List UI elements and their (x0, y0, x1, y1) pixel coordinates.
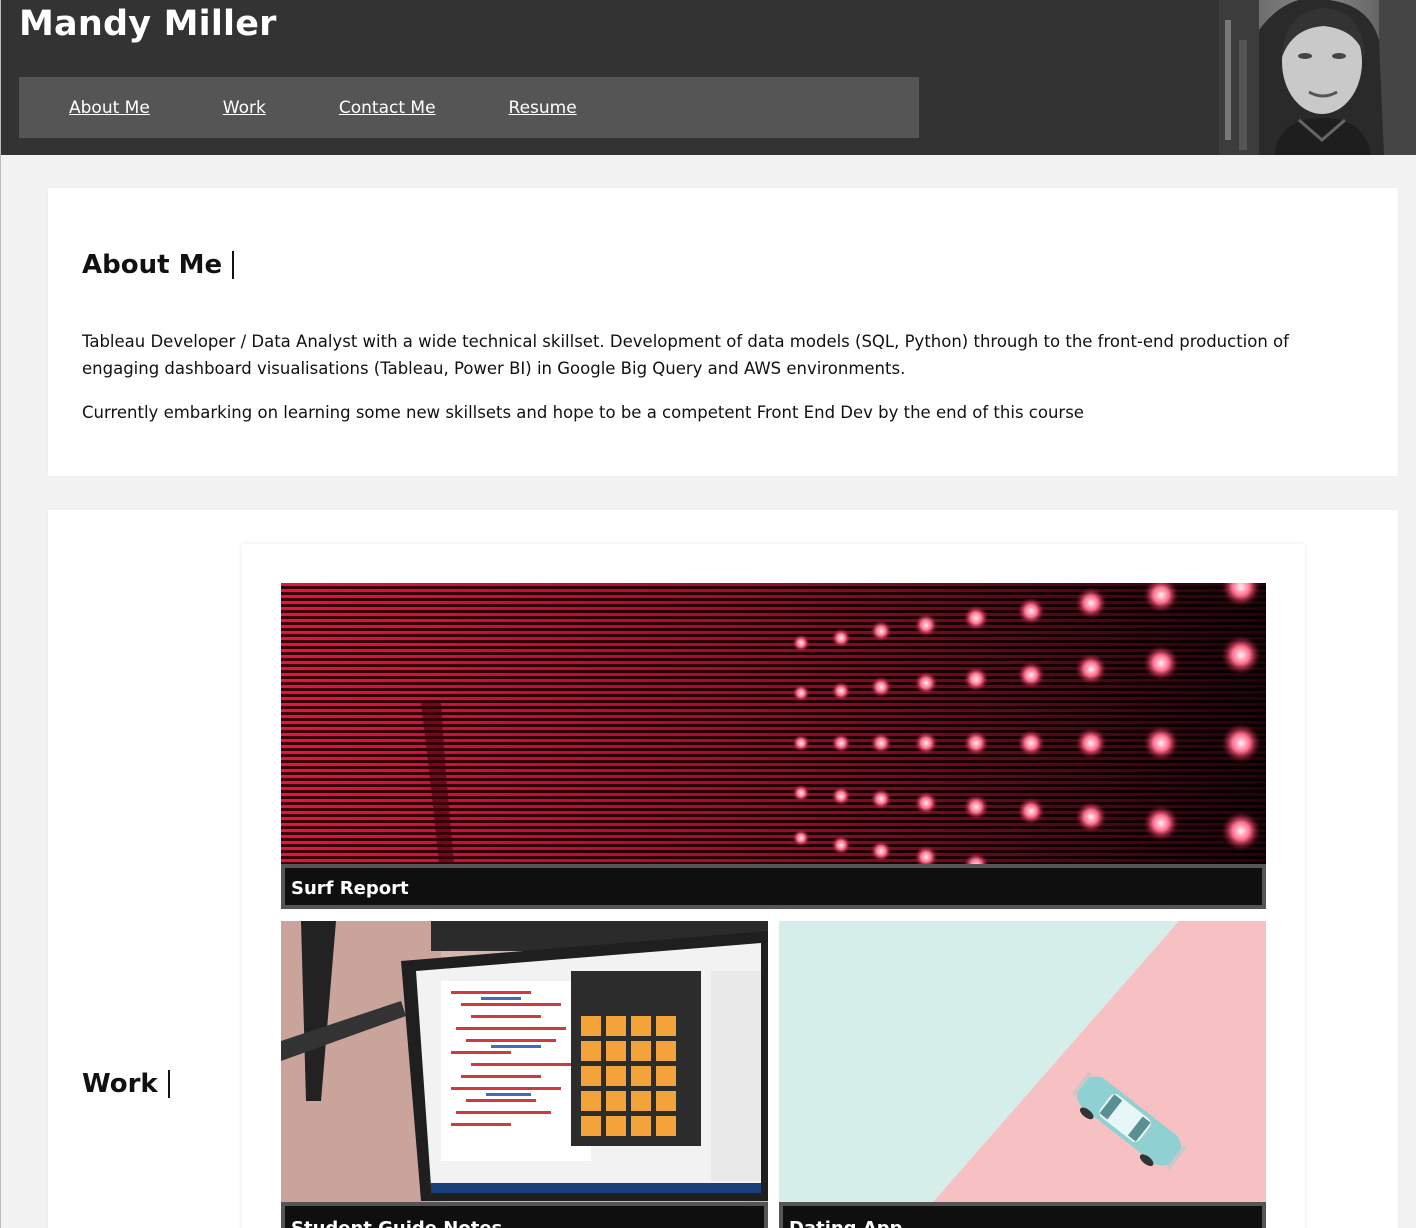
site-title: Mandy Miller (19, 4, 277, 44)
student-guide-notes-caption: Student Guide Notes (281, 1202, 768, 1228)
work-gallery: Surf Report (242, 544, 1305, 1228)
about-section: About Me Tableau Developer / Data Analys… (48, 188, 1398, 476)
site-header: Mandy Miller About Me Work Contact Me Re… (1, 0, 1416, 155)
about-paragraph-2: Currently embarking on learning some new… (82, 403, 1084, 422)
about-heading: About Me (82, 251, 235, 279)
profile-photo (1219, 0, 1416, 155)
nav-link-about-me[interactable]: About Me (69, 98, 150, 118)
project-student-guide-notes[interactable]: Student Guide Notes (281, 921, 768, 1228)
main-nav: About Me Work Contact Me Resume (19, 77, 919, 138)
project-dating-app[interactable]: Dating App (779, 921, 1266, 1228)
surf-report-caption: Surf Report (281, 864, 1266, 909)
surf-report-image (281, 583, 1266, 909)
nav-link-contact-me[interactable]: Contact Me (339, 98, 436, 118)
page: Mandy Miller About Me Work Contact Me Re… (0, 0, 1416, 1228)
nav-link-resume[interactable]: Resume (509, 98, 577, 118)
dating-app-caption: Dating App (779, 1202, 1266, 1228)
project-surf-report[interactable]: Surf Report (281, 583, 1266, 909)
work-section: Work Surf Report (48, 510, 1398, 1228)
about-paragraph-1: Tableau Developer / Data Analyst with a … (82, 332, 1289, 378)
student-guide-notes-image (281, 921, 768, 1228)
work-heading: Work (82, 1070, 170, 1098)
surf-report-title: Surf Report (285, 868, 1262, 905)
student-guide-notes-title: Student Guide Notes (285, 1206, 764, 1228)
dating-app-title: Dating App (783, 1206, 1262, 1228)
dating-app-image (779, 921, 1266, 1228)
nav-link-work[interactable]: Work (223, 98, 266, 118)
